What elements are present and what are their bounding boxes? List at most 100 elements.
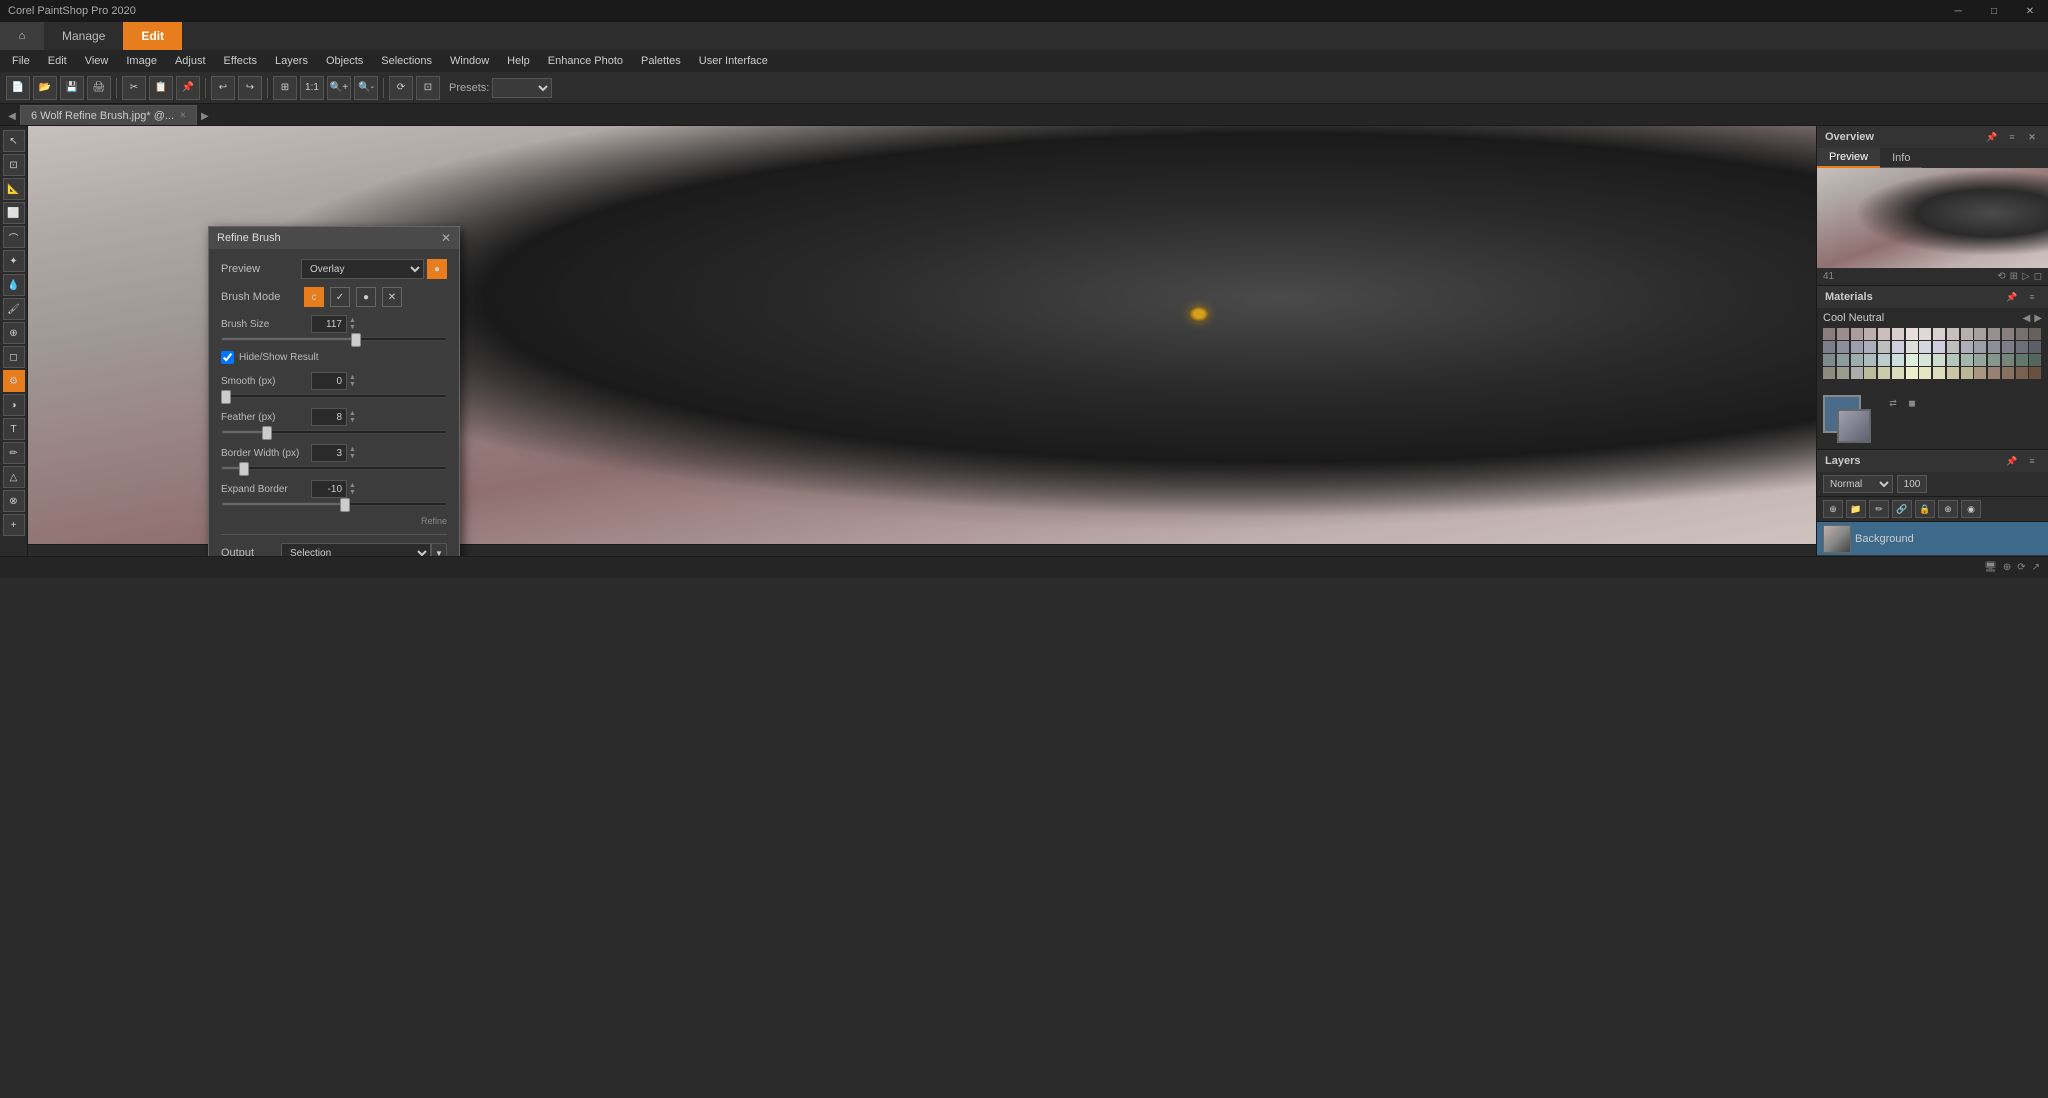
swatch-0-0[interactable] — [1823, 328, 1835, 340]
status-icon-zoom[interactable]: ⊕ — [2003, 562, 2011, 573]
redo-btn[interactable]: ↪ — [238, 76, 262, 100]
swatch-0-8[interactable] — [1933, 328, 1945, 340]
swatch-0-4[interactable] — [1878, 328, 1890, 340]
menu-layers[interactable]: Layers — [267, 50, 316, 72]
swatch-3-8[interactable] — [1933, 367, 1945, 379]
border-width-input[interactable] — [311, 444, 347, 462]
swatch-1-8[interactable] — [1933, 341, 1945, 353]
tool-clone[interactable]: ⊕ — [3, 322, 25, 344]
layer-item-background[interactable]: Background — [1817, 522, 2048, 556]
edit-layer-button[interactable]: ✏ — [1869, 500, 1889, 518]
merge-layer-button[interactable]: ⊕ — [1938, 500, 1958, 518]
swatch-3-7[interactable] — [1919, 367, 1931, 379]
expand-border-track[interactable] — [221, 502, 447, 506]
tool-dodge[interactable]: ◑ — [3, 394, 25, 416]
hide-show-checkbox[interactable] — [221, 351, 234, 364]
overview-play-icon[interactable]: ▷ — [2022, 271, 2030, 282]
tab-close-button[interactable]: × — [180, 110, 186, 121]
canvas-wrapper[interactable]: Refine Brush ✕ Preview Overlay ● — [28, 126, 1816, 556]
menu-adjust[interactable]: Adjust — [167, 50, 214, 72]
output-select[interactable]: Selection — [281, 543, 431, 556]
default-colors-button[interactable]: ◼ — [1904, 395, 1920, 411]
tool-eraser[interactable]: ◻ — [3, 346, 25, 368]
presets-dropdown[interactable] — [492, 78, 552, 98]
menu-window[interactable]: Window — [442, 50, 497, 72]
swatch-0-2[interactable] — [1851, 328, 1863, 340]
tool-text[interactable]: T — [3, 418, 25, 440]
brush-size-thumb[interactable] — [351, 333, 361, 347]
smooth-up[interactable]: ▲ — [349, 374, 356, 381]
manage-nav-button[interactable]: Manage — [44, 22, 123, 50]
blend-mode-select[interactable]: Normal — [1823, 475, 1893, 493]
rotate-btn[interactable]: ⟳ — [389, 76, 413, 100]
zoom-in-btn[interactable]: 🔍+ — [327, 76, 351, 100]
feather-up[interactable]: ▲ — [349, 410, 356, 417]
border-width-track[interactable] — [221, 466, 447, 470]
feather-thumb[interactable] — [262, 426, 272, 440]
brush-mode-btn-3[interactable]: ✕ — [382, 287, 402, 307]
border-width-thumb[interactable] — [239, 462, 249, 476]
swatch-1-15[interactable] — [2029, 341, 2041, 353]
swatch-3-15[interactable] — [2029, 367, 2041, 379]
swatch-1-3[interactable] — [1864, 341, 1876, 353]
swatch-1-4[interactable] — [1878, 341, 1890, 353]
edit-nav-button[interactable]: Edit — [123, 22, 182, 50]
swatch-2-7[interactable] — [1919, 354, 1931, 366]
menu-selections[interactable]: Selections — [373, 50, 440, 72]
menu-edit[interactable]: Edit — [40, 50, 75, 72]
menu-view[interactable]: View — [77, 50, 117, 72]
materials-pin-button[interactable]: 📌 — [2004, 289, 2020, 305]
tab-preview[interactable]: Preview — [1817, 148, 1880, 168]
brush-size-slider-container[interactable] — [221, 337, 447, 341]
tool-arrow[interactable]: ↖ — [3, 130, 25, 152]
swatch-0-14[interactable] — [2016, 328, 2028, 340]
swatch-1-7[interactable] — [1919, 341, 1931, 353]
swatch-3-9[interactable] — [1947, 367, 1959, 379]
swatch-3-14[interactable] — [2016, 367, 2028, 379]
swatch-1-10[interactable] — [1961, 341, 1973, 353]
border-width-up[interactable]: ▲ — [349, 446, 356, 453]
expand-border-up[interactable]: ▲ — [349, 482, 356, 489]
brush-mode-btn-2[interactable]: ● — [356, 287, 376, 307]
feather-slider-container[interactable] — [221, 430, 447, 434]
output-dropdown-arrow[interactable]: ▼ — [431, 543, 447, 556]
overview-reset-icon[interactable]: ⟲ — [1997, 271, 2005, 282]
brush-size-down[interactable]: ▼ — [349, 324, 356, 331]
border-width-slider-container[interactable] — [221, 466, 447, 470]
zoom-out-btn[interactable]: 🔍- — [354, 76, 378, 100]
tool-selection[interactable]: ⬜ — [3, 202, 25, 224]
swatch-1-9[interactable] — [1947, 341, 1959, 353]
layers-pin-button[interactable]: 📌 — [2004, 453, 2020, 469]
swatch-2-13[interactable] — [2002, 354, 2014, 366]
swatch-3-10[interactable] — [1961, 367, 1973, 379]
tab-info[interactable]: Info — [1880, 148, 1922, 168]
status-icon-reset[interactable]: ⟳ — [2017, 562, 2025, 573]
swatch-0-9[interactable] — [1947, 328, 1959, 340]
swatch-0-7[interactable] — [1919, 328, 1931, 340]
menu-effects[interactable]: Effects — [216, 50, 265, 72]
menu-file[interactable]: File — [4, 50, 38, 72]
swatch-1-6[interactable] — [1906, 341, 1918, 353]
feather-track[interactable] — [221, 430, 447, 434]
overview-fullscreen-icon[interactable]: ◻ — [2034, 271, 2042, 282]
swatch-3-12[interactable] — [1988, 367, 2000, 379]
swatch-0-1[interactable] — [1837, 328, 1849, 340]
menu-palettes[interactable]: Palettes — [633, 50, 689, 72]
background-color[interactable] — [1837, 409, 1871, 443]
swatch-0-5[interactable] — [1892, 328, 1904, 340]
tool-dropper[interactable]: 💧 — [3, 274, 25, 296]
expand-border-input[interactable] — [311, 480, 347, 498]
swatch-0-3[interactable] — [1864, 328, 1876, 340]
materials-menu-button[interactable]: ≡ — [2024, 289, 2040, 305]
swatch-3-11[interactable] — [1974, 367, 1986, 379]
delete-layer-button[interactable]: 🔗 — [1892, 500, 1912, 518]
brush-size-input[interactable] — [311, 315, 347, 333]
swatch-2-10[interactable] — [1961, 354, 1973, 366]
swatch-3-3[interactable] — [1864, 367, 1876, 379]
palette-next[interactable]: ▶ — [2034, 313, 2042, 324]
status-icon-arrow[interactable]: ↗ — [2032, 562, 2040, 573]
brush-mode-btn-1[interactable]: ✓ — [330, 287, 350, 307]
tool-magic-wand[interactable]: ✦ — [3, 250, 25, 272]
smooth-input[interactable] — [311, 372, 347, 390]
new-layer-button[interactable]: ⊕ — [1823, 500, 1843, 518]
